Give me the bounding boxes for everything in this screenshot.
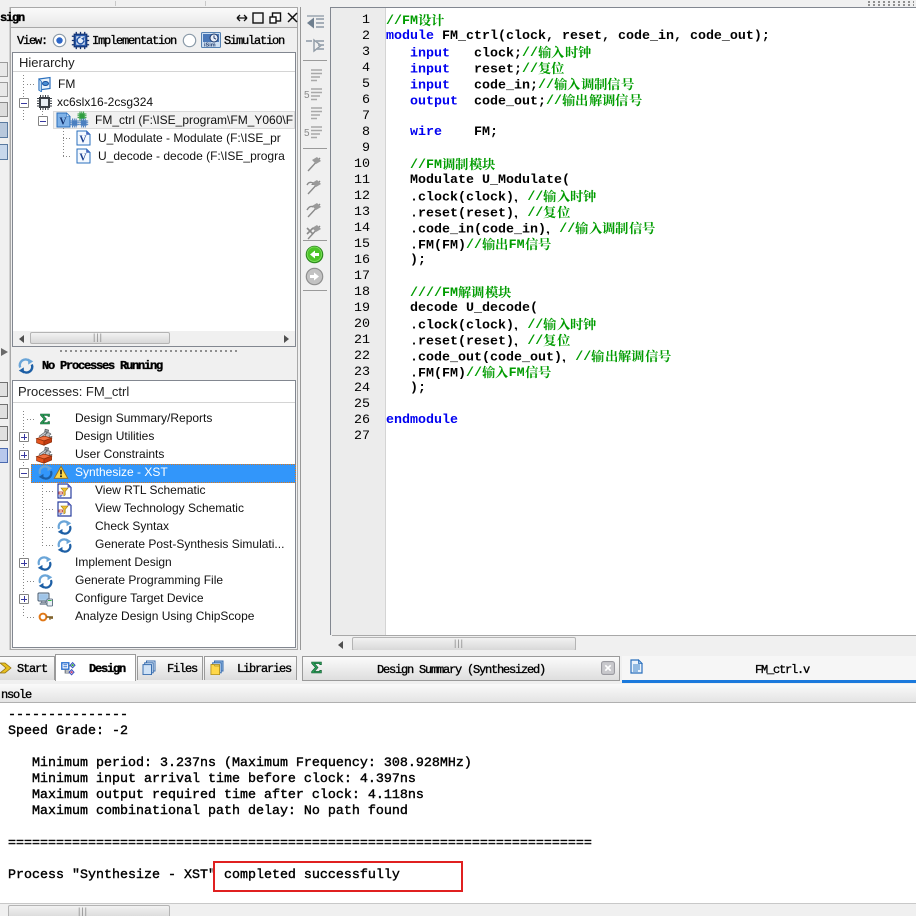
svg-text:5: 5 xyxy=(304,90,310,101)
svg-text:5: 5 xyxy=(304,128,310,139)
